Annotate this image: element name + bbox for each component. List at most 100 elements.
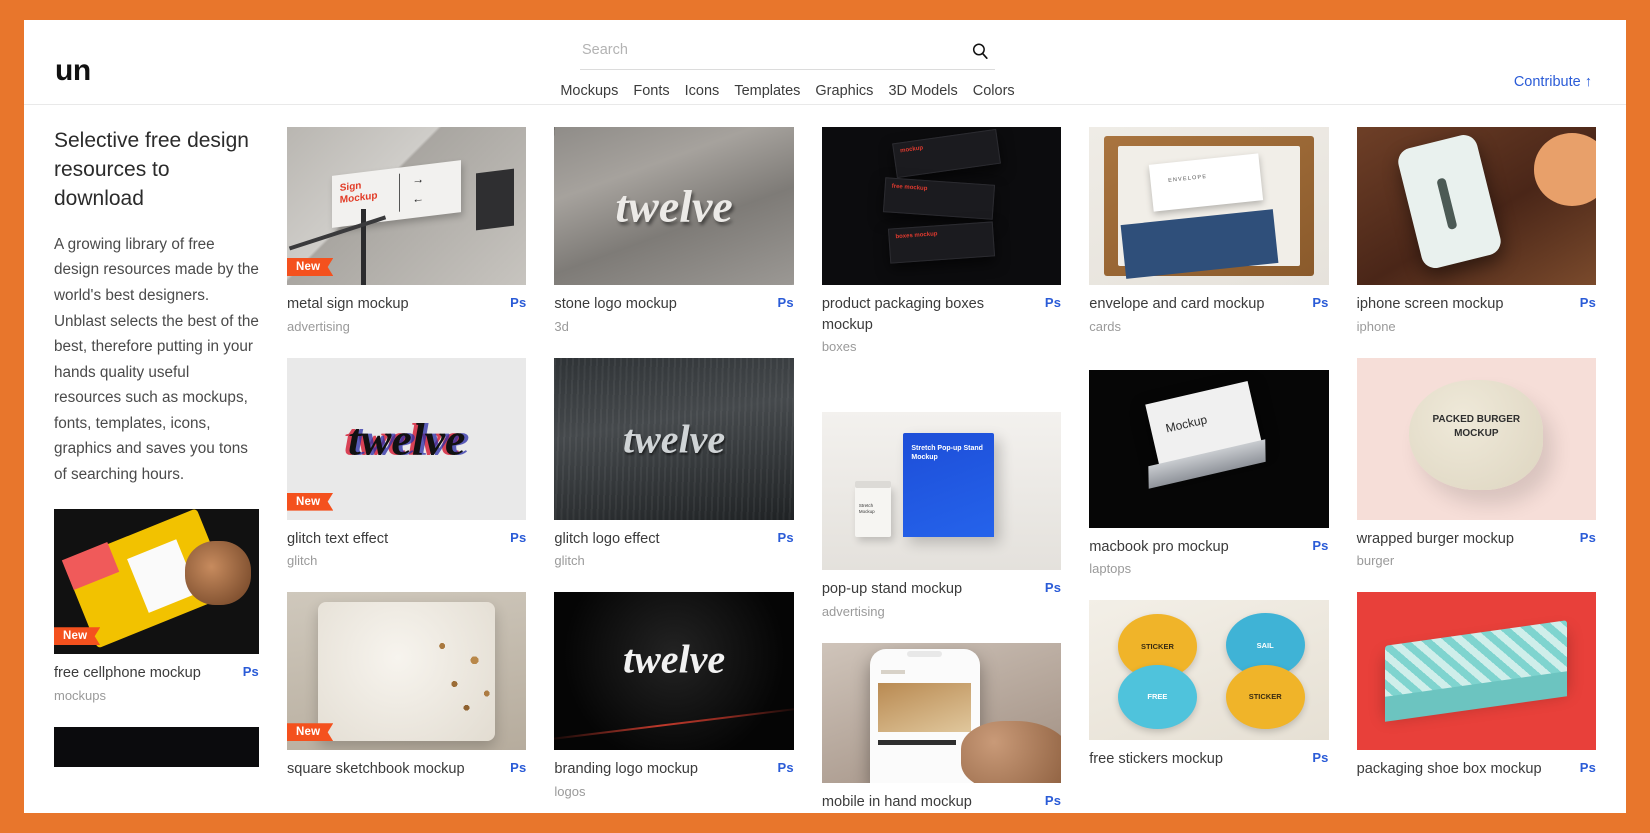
nav-item-graphics[interactable]: Graphics [815,83,873,99]
masonry-column-4: mockup free mockup boxes mockup product … [821,127,1062,812]
masonry-column-6: iphone screen mockup iphone Ps PACKED BU… [1356,127,1597,784]
search-button[interactable] [965,37,995,67]
thumbnail-square-sketchbook-mockup: New [287,592,527,751]
card-title: packaging shoe box mockup [1356,761,1542,778]
nav-item-templates[interactable]: Templates [734,83,800,99]
ps-badge: Ps [1579,295,1597,310]
card-category [1089,770,1223,774]
card-product-packaging-boxes-mockup[interactable]: mockup free mockup boxes mockup product … [821,127,1062,356]
thumbnail-macbook-pro-mockup: Mockup [1089,369,1329,528]
card-title: mobile in hand mockup [821,793,972,810]
card-title: macbook pro mockup [1089,538,1229,555]
nav-item-mockups[interactable]: Mockups [560,83,618,99]
ps-badge: Ps [510,529,527,545]
card-pop-up-stand-mockup[interactable]: Stretch Pop-up Stand Mockup Stretch Mocku… [821,378,1062,621]
ps-badge: Ps [1312,537,1329,553]
page-title: Selective free design resources to downl… [54,129,249,210]
ps-badge: Ps [777,760,794,776]
card-meta: glitch logo effect glitch Ps [554,520,793,571]
masonry-column-2: Sign Mockup → ← New metal sign mockup ad… [287,127,527,784]
card-envelope-and-card-mockup[interactable]: ENVELOPE envelope and card mockup cards … [1089,127,1329,336]
card-meta: envelope and card mockup cards Ps [1089,285,1328,336]
search-input[interactable] [580,41,965,62]
card-wrapped-burger-mockup[interactable]: PACKED BURGER MOCKUP wrapped burger mock… [1356,357,1597,571]
card-title: pop-up stand mockup [821,581,963,598]
sticker-3: FREE [1117,664,1197,730]
card-meta: macbook pro mockup laptops Ps [1089,528,1328,579]
card-title: wrapped burger mockup [1356,530,1514,547]
card-branding-logo-mockup[interactable]: twelve branding logo mockup logos Ps [554,592,794,801]
main-nav: Mockups Fonts Icons Templates Graphics 3… [560,83,1014,99]
ps-badge: Ps [1044,580,1062,596]
card-meta: wrapped burger mockup burger Ps [1357,520,1596,571]
ps-badge: Ps [1312,750,1329,766]
stone-word: twelve [615,180,733,232]
card-title: square sketchbook mockup [287,761,465,778]
card-free-stickers-mockup[interactable]: STICKER SAIL FREE STICKER free stickers … [1089,600,1329,774]
ps-badge: Ps [510,760,527,776]
nav-item-fonts[interactable]: Fonts [633,83,669,99]
card-category: laptops [1089,561,1132,577]
card-title: product packaging boxes mockup [821,296,985,333]
card-mobile-in-hand-mockup[interactable]: mobile in hand mockup Ps [821,642,1062,812]
envelope-card-text: ENVELOPE [1168,173,1209,184]
card-title: metal sign mockup [287,296,409,312]
card-metal-sign-mockup[interactable]: Sign Mockup → ← New metal sign mockup ad… [287,127,527,336]
masonry-column-5: ENVELOPE envelope and card mockup cards … [1089,127,1329,774]
card-iphone-screen-mockup[interactable]: iphone screen mockup iphone Ps [1356,127,1597,336]
nav-item-3d-models[interactable]: 3D Models [888,83,957,99]
thumbnail-pop-up-stand-mockup: Stretch Pop-up Stand Mockup Stretch Mocku… [821,412,1062,571]
nav-item-colors[interactable]: Colors [973,83,1015,99]
thumbnail-branding-logo-mockup: twelve [554,592,794,751]
card-category: 3d [554,318,569,334]
badge-new: New [287,492,334,511]
thumbnail-metal-sign-mockup: Sign Mockup → ← New [287,127,527,285]
thumbnail-packaging-shoe-box-mockup [1356,592,1597,751]
card-square-sketchbook-mockup[interactable]: New square sketchbook mockup Ps [287,592,527,784]
browser-viewport: un Mockups Fonts Icons Templates [24,20,1626,813]
sticker-4: STICKER [1225,664,1305,730]
glitch-logo-word: twelve [623,416,726,462]
card-macbook-pro-mockup[interactable]: Mockup macbook pro mockup laptops Ps [1089,358,1329,579]
thumbnail-truncated-peek [54,726,259,767]
card-title: envelope and card mockup [1089,296,1265,312]
card-meta: metal sign mockup advertising Ps [287,285,526,336]
thumbnail-product-packaging-boxes-mockup: mockup free mockup boxes mockup [821,127,1062,285]
card-title: free cellphone mockup [54,665,201,682]
card-category [287,780,465,784]
masonry-column-3: twelve stone logo mockup 3d Ps twelve gl… [554,127,794,801]
nav-item-icons[interactable]: Icons [685,83,720,99]
card-category: advertising [821,604,885,620]
ps-badge: Ps [1312,295,1329,310]
card-category: boxes [821,339,857,355]
card-category: cards [1089,318,1122,334]
card-glitch-text-effect[interactable]: twelve twelve twelve New glitch text eff… [287,357,527,571]
card-meta: iphone screen mockup iphone Ps [1357,285,1596,336]
card-category: glitch [287,553,318,569]
card-meta: glitch text effect glitch Ps [287,520,526,571]
thumbnail-free-stickers-mockup: STICKER SAIL FREE STICKER [1089,600,1329,741]
card-stone-logo-mockup[interactable]: twelve stone logo mockup 3d Ps [554,127,794,336]
ps-badge: Ps [242,664,259,680]
card-category [1357,780,1542,784]
brand-logo[interactable]: un [55,56,91,86]
card-truncated-peek[interactable] [54,726,259,767]
card-meta: stone logo mockup 3d Ps [554,285,793,336]
search-row [580,34,995,70]
burger-text: PACKED BURGER MOCKUP [1432,414,1521,439]
card-packaging-shoe-box-mockup[interactable]: packaging shoe box mockup Ps [1356,592,1597,784]
thumbnail-wrapped-burger-mockup: PACKED BURGER MOCKUP [1356,357,1597,520]
ps-badge: Ps [1579,529,1597,545]
site-header: un Mockups Fonts Icons Templates [24,20,1626,105]
masonry-grid: Selective free design resources to downl… [54,127,1597,812]
card-meta: branding logo mockup logos Ps [554,750,793,801]
card-category: advertising [287,318,350,334]
card-category: iphone [1356,318,1396,334]
popup-stand-text: Stretch Pop-up Stand Mockup [911,445,983,462]
card-glitch-logo-effect[interactable]: twelve glitch logo effect glitch Ps [554,357,794,571]
card-meta: pop-up stand mockup advertising Ps [822,570,1061,621]
ps-badge: Ps [777,529,794,545]
card-free-cellphone-mockup[interactable]: New free cellphone mockup mockups Ps [54,509,259,705]
badge-new: New [287,723,334,742]
contribute-link[interactable]: Contribute ↑ [1514,74,1592,90]
